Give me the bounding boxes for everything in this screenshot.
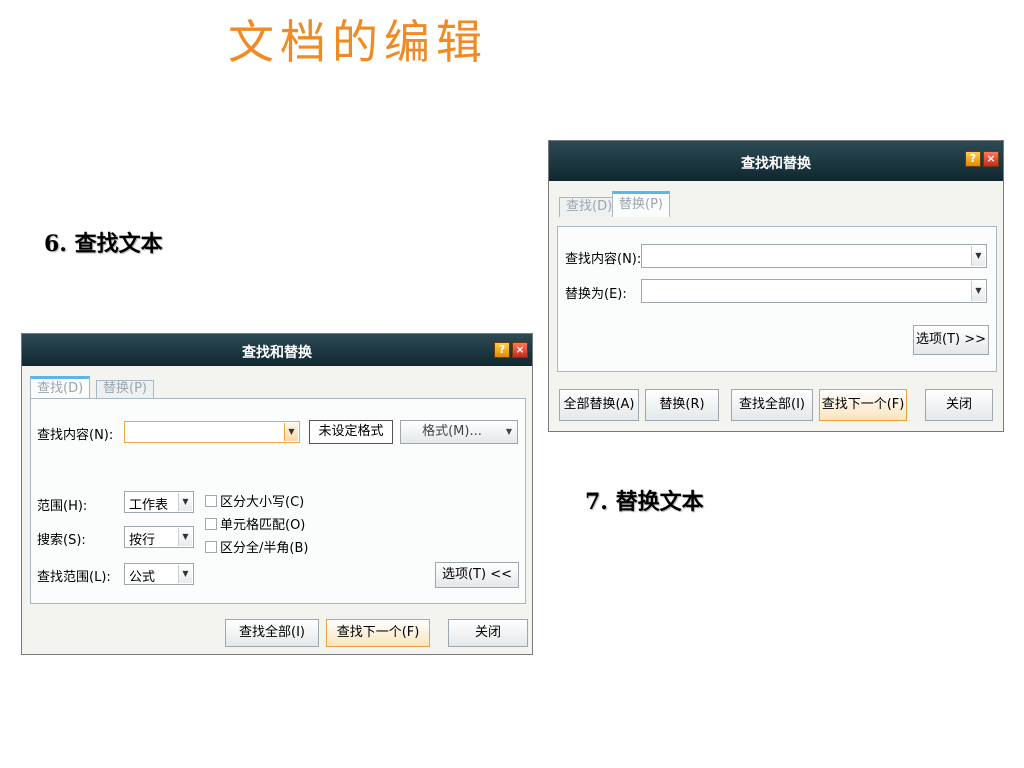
options-button[interactable]: 选项(T) >> [913, 325, 989, 355]
format-button[interactable]: 格式(M)... ▼ [400, 420, 518, 444]
find-content-input[interactable]: ▼ [124, 421, 300, 443]
chevron-down-icon[interactable]: ▼ [971, 246, 985, 266]
find-dialog-titlebar: 查找和替换 ? × [22, 334, 532, 366]
tab-find[interactable]: 查找(D) [30, 376, 91, 398]
find-all-button[interactable]: 查找全部(I) [731, 389, 813, 421]
tab-replace[interactable]: 替换(P) [612, 191, 670, 217]
find-dialog-title: 查找和替换 [242, 345, 312, 361]
help-icon[interactable]: ? [965, 151, 981, 167]
chevron-down-icon[interactable]: ▼ [178, 528, 192, 546]
replace-all-button[interactable]: 全部替换(A) [559, 389, 639, 421]
options-button[interactable]: 选项(T) << [435, 562, 519, 588]
close-button[interactable]: 关闭 [448, 619, 528, 647]
replace-with-input[interactable]: ▼ [641, 279, 987, 303]
lookin-label: 查找范围(L): [37, 570, 111, 585]
find-content-label: 查找内容(N): [37, 428, 114, 443]
caption-find-text: 6. 查找文本 [44, 231, 163, 257]
close-icon[interactable]: × [512, 342, 528, 358]
slide-title: 文档的编辑 [228, 15, 488, 69]
find-next-button[interactable]: 查找下一个(F) [326, 619, 430, 647]
scope-label: 范围(H): [37, 499, 88, 514]
chevron-down-icon[interactable]: ▼ [284, 423, 298, 441]
match-case-checkbox[interactable]: 区分大小写(C) [205, 491, 304, 510]
replace-dialog-title: 查找和替换 [741, 156, 811, 172]
search-select[interactable]: 按行 ▼ [124, 526, 194, 548]
chevron-down-icon: ▼ [505, 427, 512, 436]
match-cell-checkbox[interactable]: 单元格匹配(O) [205, 514, 305, 533]
caption-replace-text: 7. 替换文本 [585, 489, 704, 515]
scope-select[interactable]: 工作表 ▼ [124, 491, 194, 513]
chevron-down-icon[interactable]: ▼ [178, 565, 192, 583]
lookin-select[interactable]: 公式 ▼ [124, 563, 194, 585]
find-content-label: 查找内容(N): [565, 252, 642, 267]
find-content-input[interactable]: ▼ [641, 244, 987, 268]
replace-dialog: 查找和替换 ? × 查找(D) 替换(P) 查找内容(N): ▼ 替换为(E):… [548, 140, 1004, 432]
find-dialog: 查找和替换 ? × 查找(D) 替换(P) 查找内容(N): ▼ 未设定格式 格… [21, 333, 533, 655]
chevron-down-icon[interactable]: ▼ [178, 493, 192, 511]
find-next-button[interactable]: 查找下一个(F) [819, 389, 907, 421]
find-all-button[interactable]: 查找全部(I) [225, 619, 319, 647]
chevron-down-icon[interactable]: ▼ [971, 281, 985, 301]
help-icon[interactable]: ? [494, 342, 510, 358]
replace-button[interactable]: 替换(R) [645, 389, 719, 421]
search-label: 搜索(S): [37, 533, 86, 548]
replace-dialog-titlebar: 查找和替换 ? × [549, 141, 1003, 181]
close-button[interactable]: 关闭 [925, 389, 993, 421]
tab-find[interactable]: 查找(D) [559, 197, 620, 217]
tab-replace[interactable]: 替换(P) [96, 380, 154, 398]
close-icon[interactable]: × [983, 151, 999, 167]
no-format-label: 未设定格式 [309, 420, 393, 444]
match-width-checkbox[interactable]: 区分全/半角(B) [205, 537, 308, 556]
replace-with-label: 替换为(E): [565, 287, 627, 302]
